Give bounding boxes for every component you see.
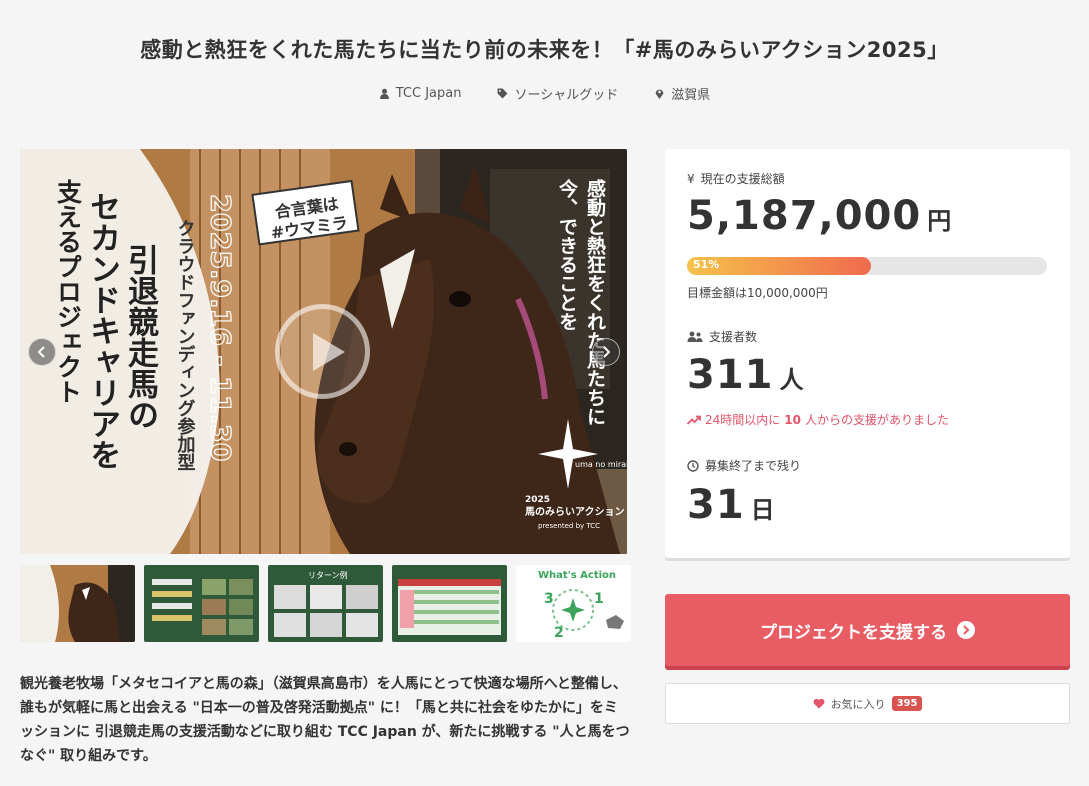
video-play-button[interactable] [275,304,370,399]
category-name: ソーシャルグッド [514,88,619,103]
hero-text-sub: クラウドファンディング参加型 [175,219,197,471]
map-pin-icon [655,89,664,99]
goal-amount: 目標金額は10,000,000円 [687,286,828,300]
thumbnail-5[interactable]: What's Action 3 1 2 [516,565,631,642]
yen-icon: ¥ [687,171,695,186]
remaining-unit: 日 [750,496,776,524]
total-label: ¥ 現在の支援総額 [687,170,785,187]
favorite-count-badge: 395 [891,696,923,711]
hero-right-text1: 感動と熱狂をくれた馬たちに [584,178,606,426]
funding-summary-panel: ¥ 現在の支援総額 5,187,000 円 51% 目標金額は10,000,000… [665,149,1070,558]
thumbnail-1[interactable] [20,565,135,642]
hero-logo-small: uma no mirai action [575,460,627,469]
meta-owner[interactable]: TCC Japan [379,84,462,103]
image-thumbnails: リターン例 What's Action 3 1 2 [20,565,631,642]
project-title: 感動と熱狂をくれた馬たちに当たり前の未来を！「#馬のみらいアクション2025」 [140,38,949,62]
hero-dates: 2025.9.16 - 11.30 [205,194,236,461]
supporters-label: 支援者数 [687,328,757,345]
project-main-image[interactable]: 合言葉は #ウマミラ 支えるプロジェクト セカンドキャリアを 引退競走馬の クラ… [20,149,627,554]
owner-name: TCC Japan [395,86,462,101]
supporters-label-text: 支援者数 [709,330,758,344]
total-amount-value: 5,187,000 [687,193,922,239]
trend-pre: 24時間以内に [705,413,781,427]
project-meta: TCC Japan ソーシャルグッド 滋賀県 [0,84,1089,103]
trend-num: 10 [784,412,801,427]
thumbnail-2[interactable] [144,565,259,642]
hero-logo-name: 馬のみらいアクション [525,506,625,518]
support-button-label: プロジェクトを支援する [760,622,947,643]
meta-location[interactable]: 滋賀県 [654,84,710,103]
supporters-count: 311 人 [687,352,805,398]
recent-support-notice: 24時間以内に 10 人からの支援がありました [687,411,949,428]
thumbnail-3[interactable]: リターン例 [268,565,383,642]
location-name: 滋賀県 [671,88,711,103]
thumbnail-4[interactable] [392,565,507,642]
total-label-text: 現在の支援総額 [700,172,785,186]
supporters-unit: 人 [779,366,805,394]
support-project-button[interactable]: プロジェクトを支援する [665,594,1070,666]
favorite-label: お気に入り [830,697,886,711]
hero-text-line2: セカンドキャリアを [84,191,120,470]
funding-progress-bar: 51% [687,257,1047,275]
chevron-left-icon [37,346,45,358]
hero-logo-year: 2025 [525,495,550,505]
hero-text-line1: 引退競走馬の [122,244,159,430]
svg-text:3: 3 [544,591,554,607]
remaining-value: 31 [687,482,745,528]
hero-right-text2: 今、できることを [556,178,579,331]
supporters-value: 311 [687,352,774,398]
remaining-days: 31 日 [687,482,776,528]
carousel-prev-button[interactable] [28,338,56,366]
thumbnail-3-caption: リターン例 [308,570,348,580]
hero-logo-by: presented by TCC [538,522,600,530]
remaining-label: 募集終了まで残り [687,457,801,474]
remaining-label-text: 募集終了まで残り [705,459,802,473]
total-amount: 5,187,000 円 [687,193,952,239]
total-amount-unit: 円 [927,207,953,235]
users-icon [687,331,703,342]
svg-text:1: 1 [594,591,604,607]
chevron-right-circle-icon [957,621,975,639]
heart-icon [813,698,825,709]
clock-icon [687,459,699,472]
favorite-button[interactable]: お気に入り 395 [665,683,1070,724]
trending-up-icon [687,415,701,425]
progress-percent: 51% [693,258,720,271]
user-icon [379,88,389,99]
svg-text:2: 2 [554,625,564,641]
tag-icon [498,88,508,99]
hero-text-line3: 支えるプロジェクト [54,179,83,404]
trend-post: 人からの支援がありました [804,413,949,427]
carousel-next-button[interactable] [592,338,620,366]
chevron-right-icon [603,346,611,358]
meta-category[interactable]: ソーシャルグッド [497,84,618,103]
thumbnail-5-caption: What's Action [538,570,616,581]
project-description: 観光養老牧場「メタセコイアと馬の森」（滋賀県高島市）を人馬にとって快適な場所へと… [20,676,630,764]
